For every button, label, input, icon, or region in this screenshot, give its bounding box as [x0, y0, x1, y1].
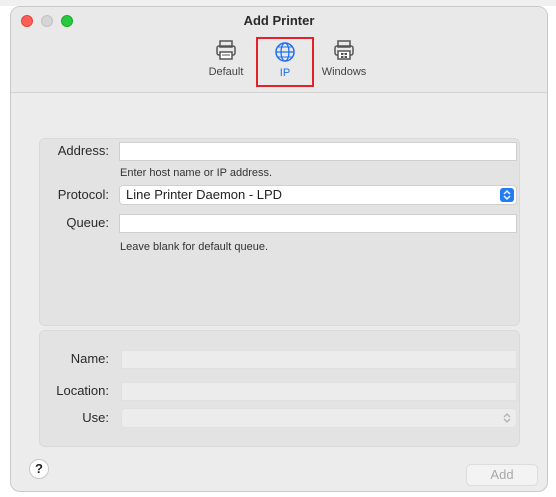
printer-icon: [216, 40, 236, 60]
popup-stepper-icon: [500, 188, 514, 202]
address-hint: Enter host name or IP address.: [120, 167, 273, 179]
window-title: Add Printer: [243, 13, 315, 28]
tab-windows[interactable]: Windows: [315, 35, 373, 87]
tab-ip[interactable]: IP: [256, 37, 314, 87]
use-select[interactable]: [121, 408, 517, 428]
address-field[interactable]: [119, 142, 517, 161]
address-label: Address:: [57, 143, 109, 158]
add-printer-window: Add Printer Default IP Windows Address: …: [10, 6, 548, 492]
help-button[interactable]: ?: [29, 459, 49, 479]
location-field[interactable]: [121, 382, 517, 401]
add-button[interactable]: Add: [466, 464, 538, 486]
globe-icon: [275, 42, 295, 62]
queue-hint: Leave blank for default queue.: [120, 241, 269, 253]
name-label: Name:: [70, 351, 109, 366]
queue-label: Queue:: [66, 215, 109, 230]
queue-field[interactable]: [119, 214, 517, 233]
protocol-value: Line Printer Daemon - LPD: [126, 187, 283, 202]
tab-default[interactable]: Default: [201, 35, 251, 87]
tab-default-label: Default: [208, 66, 244, 78]
use-label: Use:: [82, 410, 109, 425]
tab-windows-label: Windows: [321, 66, 367, 78]
connection-settings-panel: Address: Enter host name or IP address. …: [39, 138, 520, 326]
tab-ip-label: IP: [279, 67, 291, 79]
name-field[interactable]: [121, 350, 517, 369]
printer-details-panel: Name: Location: Use:: [39, 330, 520, 447]
location-label: Location:: [56, 383, 109, 398]
protocol-select[interactable]: Line Printer Daemon - LPD: [119, 185, 517, 205]
windows-printer-icon: [334, 40, 354, 60]
titlebar-toolbar: Add Printer Default IP Windows: [11, 7, 547, 93]
protocol-label: Protocol:: [57, 187, 109, 202]
popup-stepper-icon: [500, 411, 514, 425]
